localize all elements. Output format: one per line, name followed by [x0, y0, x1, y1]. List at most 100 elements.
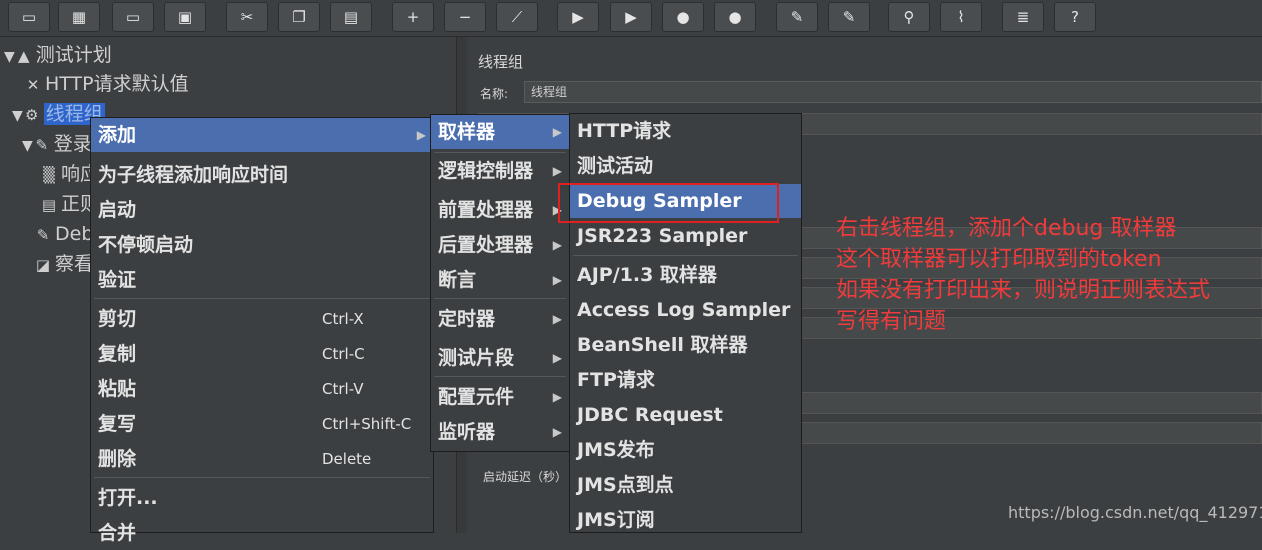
paste-button[interactable]: ▤ [330, 2, 372, 32]
sampler-menu-item[interactable]: JMS订阅 [570, 503, 801, 537]
tree-node-label: 登录 [53, 133, 92, 155]
sampler-menu-item[interactable]: FTP请求 [570, 363, 801, 397]
save-button[interactable]: ▣ [164, 2, 206, 32]
menu-item-label: 后置处理器 [438, 234, 534, 256]
sampler-menu-item[interactable]: HTTP请求 [570, 114, 801, 148]
shutdown-button[interactable]: ● [714, 2, 756, 32]
sampler-menu-item[interactable]: JMS发布 [570, 433, 801, 467]
sampler-menu-item[interactable]: JSR223 Sampler [570, 219, 801, 253]
menu-item-label: 复写 [98, 413, 137, 435]
cut-button[interactable]: ✂ [226, 2, 268, 32]
start-no-pause-icon: ▶ [625, 8, 637, 26]
reset-search-button[interactable]: ⌇ [940, 2, 982, 32]
toolbar: ▭ ▦ ▭ ▣ ✂ ❐ ▤ + − ⟋ ▶ ▶ ● ● ✎ ✎ ⚲ ⌇ ≣? [0, 0, 1262, 37]
context-menu-item[interactable]: 为子线程添加响应时间 [91, 158, 433, 192]
menu-separator [434, 298, 566, 299]
stop-button[interactable]: ● [662, 2, 704, 32]
menu-item-label: 启动 [98, 199, 137, 221]
clear-button[interactable]: ✎ [776, 2, 818, 32]
add-menu-item[interactable]: 断言 ▶ [431, 263, 569, 297]
search-icon: ⚲ [903, 8, 915, 26]
copy-button[interactable]: ❐ [278, 2, 320, 32]
templates-button[interactable]: ▦ [58, 2, 100, 32]
sampler-menu-item[interactable]: JDBC Request [570, 398, 801, 432]
context-menu-item[interactable]: 添加 ▶ [91, 118, 433, 152]
menu-separator [434, 376, 566, 377]
tree-node[interactable]: ▼ ✎ 登录 [22, 130, 92, 158]
new-button[interactable]: ▭ [8, 2, 50, 32]
context-menu-item[interactable]: 启动 [91, 193, 433, 227]
save-icon: ▣ [177, 8, 193, 26]
add-menu-item[interactable]: 逻辑控制器 ▶ [431, 154, 569, 188]
tree-node[interactable]: ◪ 察看 [34, 250, 93, 278]
context-menu-item[interactable]: 打开... [91, 481, 433, 515]
shortcut-label: Ctrl+Shift-C [322, 415, 412, 433]
start-no-pause-button[interactable]: ▶ [610, 2, 652, 32]
context-menu-item[interactable]: 剪切 Ctrl-X [91, 302, 433, 336]
sampler-menu-item[interactable]: BeanShell 取样器 [570, 328, 801, 362]
start-button[interactable]: ▶ [557, 2, 599, 32]
open-icon: ▭ [125, 8, 141, 26]
tree-node[interactable]: ▼ ▲ 测试计划 [4, 41, 112, 69]
menu-item-label: 测试片段 [438, 347, 515, 369]
menu-item-label: FTP请求 [577, 369, 655, 391]
add-menu-item[interactable]: 测试片段 ▶ [431, 341, 569, 375]
toggle-icon: ⟋ [511, 8, 523, 26]
add-menu-item[interactable]: 后置处理器 ▶ [431, 228, 569, 262]
context-menu-item[interactable]: 删除 Delete [91, 442, 433, 476]
add-menu-item[interactable]: 定时器 ▶ [431, 302, 569, 336]
context-menu-item[interactable]: 合并 [91, 516, 433, 550]
sampler-menu-item[interactable]: AJP/1.3 取样器 [570, 258, 801, 292]
clear-all-icon: ✎ [842, 8, 856, 26]
search-button[interactable]: ⚲ [888, 2, 930, 32]
add-menu-item[interactable]: 配置元件 ▶ [431, 380, 569, 414]
function-helper-button[interactable]: ≣ [1002, 2, 1044, 32]
expand-icon[interactable]: ▼ [22, 138, 33, 154]
shortcut-label: Delete [322, 450, 372, 468]
reset-search-icon: ⌇ [957, 8, 965, 26]
new-icon: ▭ [21, 8, 37, 26]
sampler-menu-item[interactable]: Access Log Sampler [570, 293, 801, 327]
paste-icon: ▤ [343, 8, 359, 26]
expand-button[interactable]: + [392, 2, 434, 32]
context-menu-item[interactable]: 不停顿启动 [91, 228, 433, 262]
menu-item-label: HTTP请求 [577, 120, 672, 142]
open-button[interactable]: ▭ [112, 2, 154, 32]
panel-title: 线程组 [478, 53, 524, 71]
expand-icon[interactable]: ▼ [4, 49, 15, 65]
menu-item-label: 配置元件 [438, 386, 515, 408]
add-menu-item[interactable]: 取样器 ▶ [431, 115, 569, 149]
sampler-menu-item[interactable]: 测试活动 [570, 149, 801, 183]
sampler-icon: ✎ [35, 136, 49, 154]
menu-item-label: 添加 [98, 124, 137, 146]
menu-item-label: 删除 [98, 448, 137, 470]
add-menu-item[interactable]: 监听器 ▶ [431, 415, 569, 449]
shortcut-label: Ctrl-X [322, 310, 364, 328]
config-icon: ✕ [26, 76, 40, 94]
menu-item-label: 合并 [98, 522, 137, 544]
context-menu-item[interactable]: 验证 [91, 263, 433, 297]
annotation-line: 如果没有打印出来，则说明正则表达式 [836, 278, 1211, 303]
function-helper-icon: ≣ [1016, 8, 1030, 26]
submenu-arrow-icon: ▶ [552, 125, 562, 139]
help-button[interactable]: ? [1054, 2, 1096, 32]
tree-node[interactable]: ✕ HTTP请求默认值 [24, 70, 189, 98]
submenu-arrow-icon: ▶ [552, 425, 562, 439]
collapse-button[interactable]: − [444, 2, 486, 32]
extractor-icon: ▒ [43, 166, 55, 184]
context-menu-item[interactable]: 粘贴 Ctrl-V [91, 372, 433, 406]
submenu-arrow-icon: ▶ [552, 351, 562, 365]
expand-icon[interactable]: ▼ [12, 108, 23, 124]
name-field[interactable]: 线程组 [524, 81, 1262, 103]
add-menu-item[interactable]: 前置处理器 ▶ [431, 193, 569, 227]
watermark: https://blog.csdn.net/qq_41297137 [1008, 503, 1262, 522]
menu-item-label: 取样器 [438, 121, 496, 143]
toggle-button[interactable]: ⟋ [496, 2, 538, 32]
sampler-menu-item[interactable]: JMS点到点 [570, 468, 801, 502]
context-menu-item[interactable]: 复写 Ctrl+Shift-C [91, 407, 433, 441]
name-label: 名称: [480, 87, 509, 101]
clear-all-button[interactable]: ✎ [828, 2, 870, 32]
expand-icon: + [406, 8, 420, 26]
context-menu-item[interactable]: 复制 Ctrl-C [91, 337, 433, 371]
annotation-line: 这个取样器可以打印取到的token [836, 247, 1162, 272]
